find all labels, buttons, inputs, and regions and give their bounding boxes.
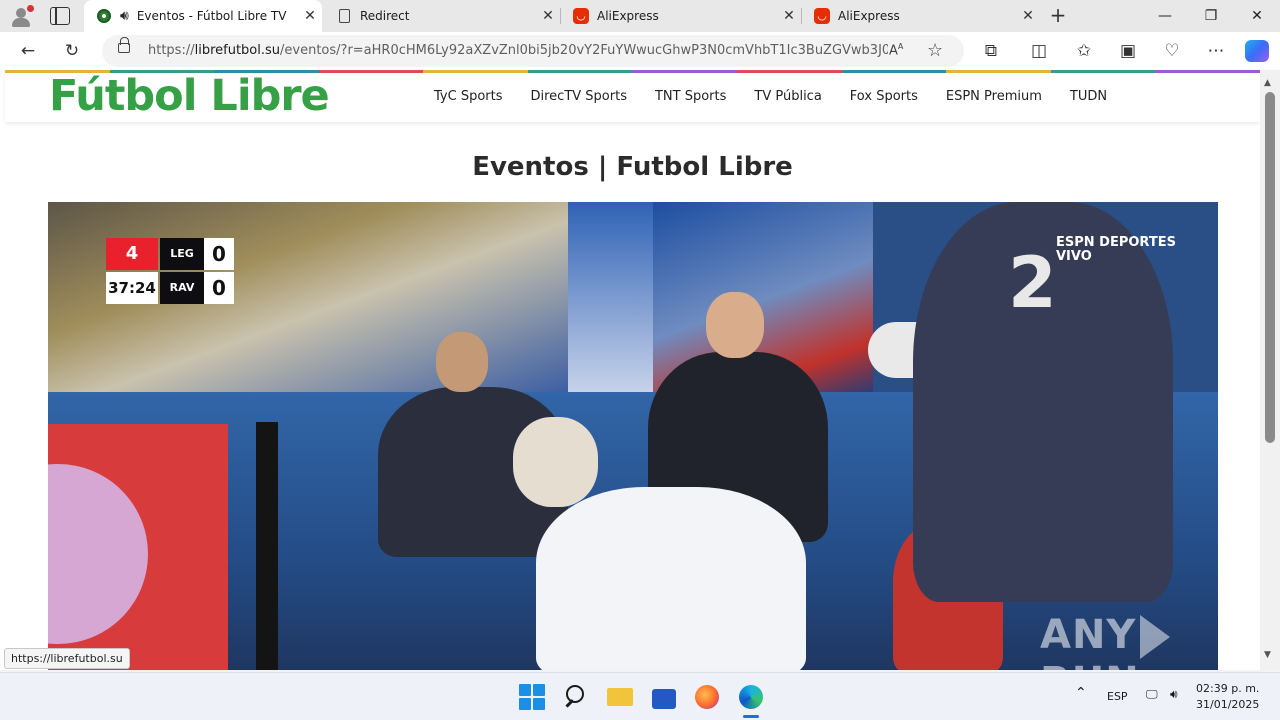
new-tab-button[interactable]: + [1046,4,1070,28]
soccer-ball-icon [96,8,112,24]
away-score: 0 [204,272,234,304]
scroll-up-icon[interactable]: ▲ [1264,78,1271,88]
favorites-icon[interactable]: ✩ [1073,40,1095,62]
firefox-icon[interactable] [692,682,722,712]
audio-playing-icon[interactable]: 🔊︎ [120,8,129,24]
nav-tudn[interactable]: TUDN [1056,89,1121,104]
nav-tv-publica[interactable]: TV Pública [740,89,835,104]
broadcaster-logo: ESPN DEPORTES VIVO [1056,235,1176,264]
tab-title: AliExpress [597,9,659,23]
page-icon [336,8,352,24]
nav-espn-premium[interactable]: ESPN Premium [932,89,1056,104]
clock[interactable]: 02:39 p. m. 31/01/2025 [1196,681,1259,713]
nav-tnt-sports[interactable]: TNT Sports [641,89,740,104]
site-logo[interactable]: Fútbol Libre [49,71,330,121]
edge-icon[interactable] [736,682,766,712]
page-title: Eventos | Futbol Libre [472,152,793,182]
close-window-button[interactable]: ✕ [1234,0,1280,32]
close-tab-icon[interactable]: ✕ [536,8,560,24]
page-scrollbar[interactable]: ▲ ▼ [1260,70,1280,670]
away-team: RAV [160,272,204,304]
nav-directv-sports[interactable]: DirecTV Sports [517,89,641,104]
profile-icon[interactable] [8,4,34,28]
close-tab-icon[interactable]: ✕ [777,8,801,24]
browser-toolbar: ← ↻ https://librefutbol.su/eventos/?r=aH… [0,32,1280,70]
anyrun-watermark: ANYRUN [1040,612,1218,670]
split-screen-icon[interactable]: ◫ [1028,40,1050,62]
aliexpress-icon: ◡ [814,8,830,24]
file-explorer-icon[interactable] [605,682,635,712]
collections-icon[interactable]: ▣ [1117,40,1139,62]
home-score: 0 [204,238,234,270]
close-tab-icon[interactable]: ✕ [298,8,322,24]
tab-redirect[interactable]: Redirect ✕ [324,0,560,32]
network-icon[interactable]: 🖵︎ [1146,687,1158,702]
minimize-button[interactable]: — [1142,0,1188,32]
address-bar[interactable]: https://librefutbol.su/eventos/?r=aHR0cH… [102,35,964,67]
tab-eventos[interactable]: 🔊︎ Eventos - Fútbol Libre TV ✕ [84,0,322,32]
league-logo: 4 [106,238,158,270]
back-icon[interactable]: ← [17,40,39,62]
clock-time: 02:39 p. m. [1196,682,1260,695]
scrollbar-thumb[interactable] [1265,92,1275,443]
settings-more-icon[interactable]: ⋯ [1205,40,1227,62]
read-aloud-icon[interactable]: AA [889,42,903,58]
video-player[interactable]: 2 ESPN DEPORTES VIVO 4 37:24 LEG RAV 0 0 … [48,202,1218,670]
show-hidden-icons-icon[interactable]: ⌃ [1075,685,1087,701]
copilot-icon[interactable] [1245,40,1269,62]
clock-date: 31/01/2025 [1196,698,1260,711]
home-team: LEG [160,238,204,270]
windows-taskbar: ⌃ ESP 🖵︎ 🔊︎ 02:39 p. m. 31/01/2025 [0,672,1280,720]
player-white-kit [536,487,806,670]
favorite-star-icon[interactable]: ☆ [927,40,943,61]
nav-fox-sports[interactable]: Fox Sports [836,89,932,104]
tab-aliexpress-1[interactable]: ◡ AliExpress ✕ [561,0,801,32]
main-nav: TyC Sports DirecTV Sports TNT Sports TV … [420,89,1121,104]
tab-strip: 🔊︎ Eventos - Fútbol Libre TV ✕ Redirect … [0,0,1280,32]
aliexpress-icon: ◡ [573,8,589,24]
microsoft-store-icon[interactable] [649,682,679,712]
start-menu-icon[interactable] [517,682,547,712]
nav-tyc-sports[interactable]: TyC Sports [420,89,517,104]
url-text[interactable]: https://librefutbol.su/eventos/?r=aHR0cH… [148,43,888,58]
status-bar-url: https://librefutbol.su [4,648,130,669]
scroll-down-icon[interactable]: ▼ [1264,650,1271,660]
close-tab-icon[interactable]: ✕ [1016,8,1040,24]
browser-essentials-icon[interactable]: ♡ [1161,40,1183,62]
page-viewport: Fútbol Libre TyC Sports DirecTV Sports T… [0,70,1280,670]
match-clock: 37:24 [106,272,158,304]
lock-icon[interactable] [118,37,130,53]
refresh-icon[interactable]: ↻ [61,40,83,62]
volume-icon[interactable]: 🔊︎ [1170,687,1178,702]
site-header: Fútbol Libre TyC Sports DirecTV Sports T… [5,71,1260,122]
language-indicator[interactable]: ESP [1107,690,1128,703]
tab-actions-icon[interactable] [50,7,70,25]
scoreboard-overlay: 4 37:24 LEG RAV 0 0 [106,238,234,304]
tab-title: AliExpress [838,9,900,23]
tab-title: Eventos - Fútbol Libre TV [136,9,287,23]
extensions-icon[interactable]: ⧉ [980,40,1002,62]
ad-board [48,424,228,670]
tab-title: Redirect [360,9,410,23]
search-icon[interactable] [562,682,592,712]
maximize-button[interactable]: ❐ [1188,0,1234,32]
tab-aliexpress-2[interactable]: ◡ AliExpress ✕ [802,0,1040,32]
jersey-number: 2 [1008,242,1057,324]
